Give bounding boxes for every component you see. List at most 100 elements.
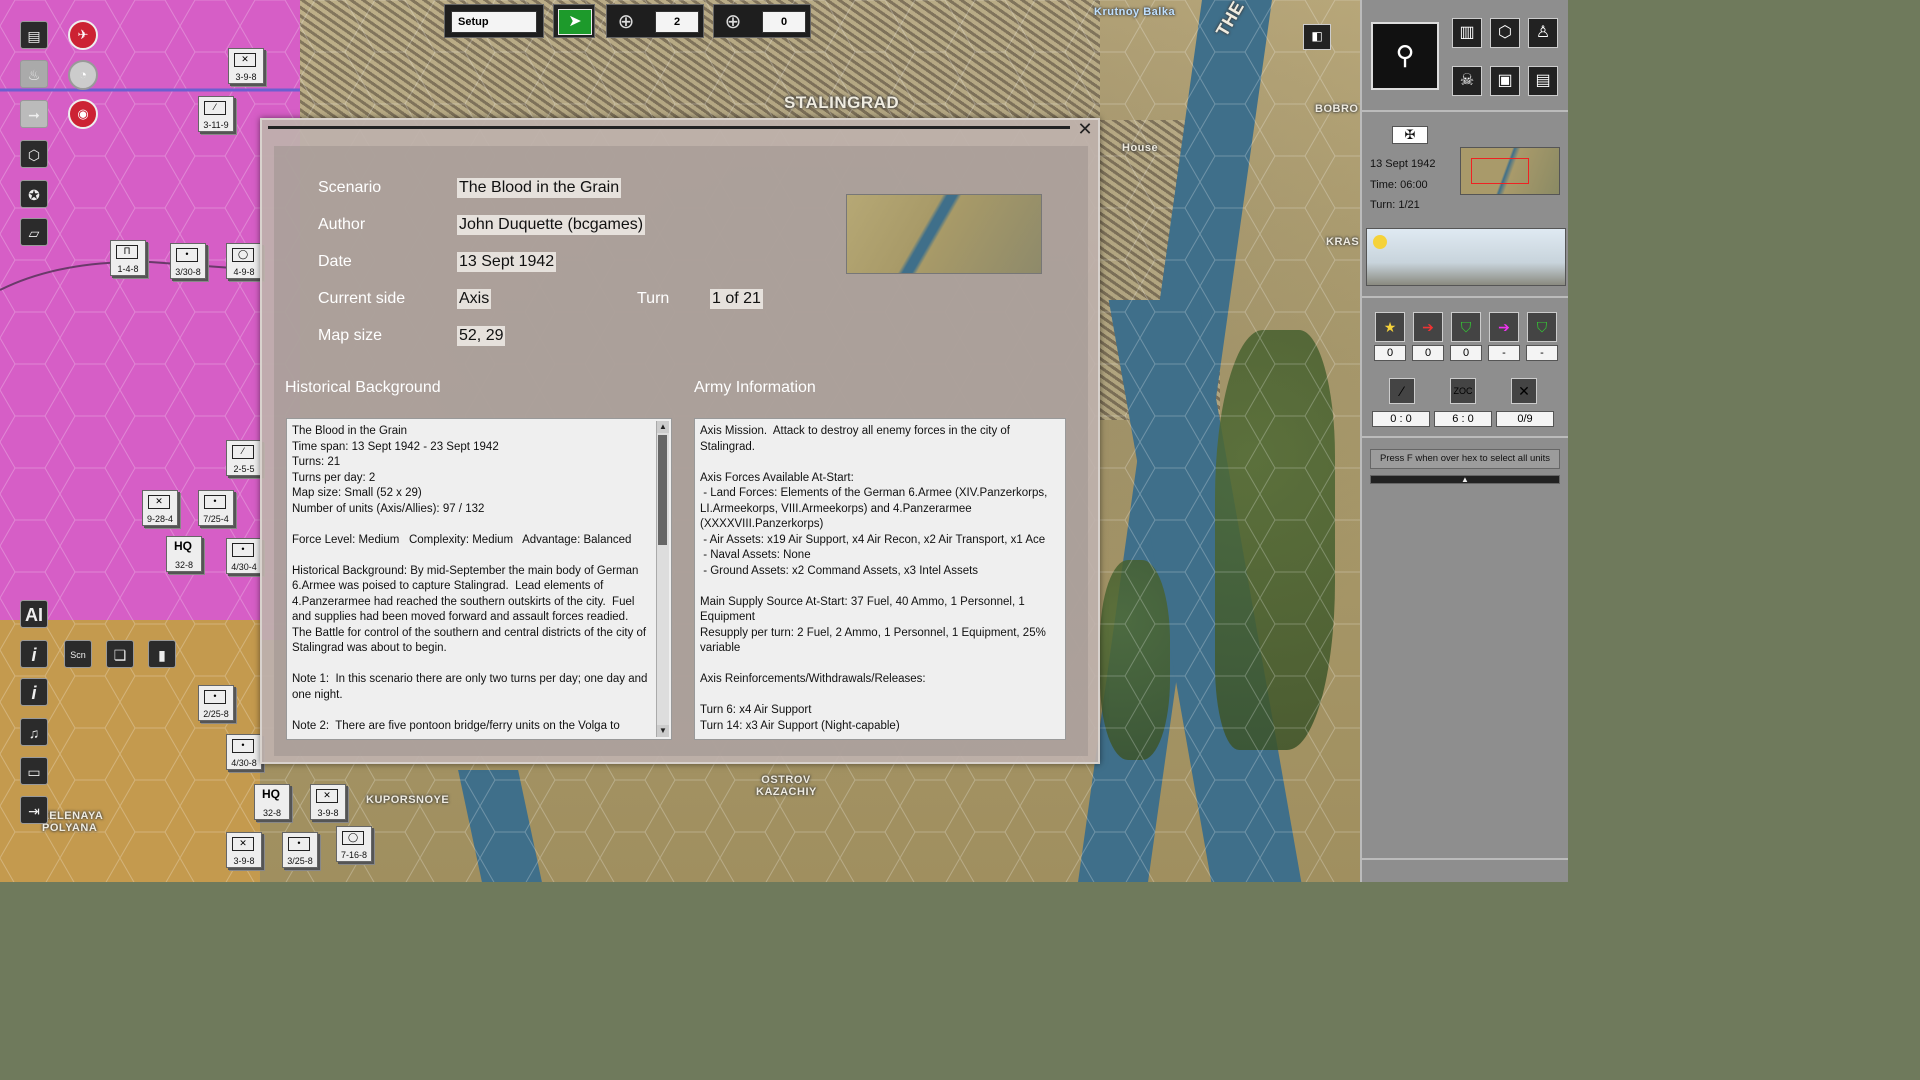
exit-icon[interactable]: ⇥ [20, 796, 48, 824]
magnifier-icon[interactable]: ⚲ [1371, 22, 1439, 90]
chart-icon[interactable]: ▮ [148, 640, 176, 668]
author-value: John Duquette (bcgames) [457, 215, 646, 235]
stat-value: 0/9 [1496, 411, 1554, 427]
unit-counter[interactable]: Π 1-4-8 [110, 240, 146, 276]
close-icon[interactable]: ✕ [1076, 120, 1094, 138]
ai-button[interactable]: AI [20, 600, 48, 628]
weather-icon[interactable]: ◔ [68, 60, 98, 90]
unit-counter[interactable]: • 2/25-8 [198, 685, 234, 721]
unit-counter[interactable]: ✕ 3-9-8 [226, 832, 262, 868]
terrain-icon[interactable]: ♨ [20, 60, 48, 88]
report-icon[interactable]: ▤ [20, 21, 48, 49]
unit-counter[interactable]: • 3/25-8 [282, 832, 318, 868]
panel-divider [1362, 858, 1568, 860]
phase-field: Setup [451, 11, 537, 33]
historical-background-title: Historical Background [285, 379, 441, 396]
hq-unit-counter[interactable]: HQ 32-8 [166, 536, 202, 572]
scenario-info-dialog: ✕ Scenario The Blood in the Grain Author… [260, 118, 1100, 764]
unit-counter[interactable]: ◯ 7-16-8 [336, 826, 372, 862]
star-stat-icon: ★ [1375, 312, 1405, 342]
map-label-zelenaya: ZELENAYA POLYANA [42, 810, 103, 834]
historical-background-text[interactable]: The Blood in the Grain Time span: 13 Sep… [286, 418, 672, 740]
unit-counter[interactable]: • 3/30-8 [170, 243, 206, 279]
unit-counter[interactable]: ✕ 3-9-8 [310, 784, 346, 820]
layers-icon[interactable]: ▱ [20, 218, 48, 246]
author-label: Author [318, 216, 366, 233]
stat-value: 6 : 0 [1434, 411, 1492, 427]
current-date: 13 Sept 1942 [1370, 158, 1436, 170]
tank-icon[interactable]: ▣ [1490, 66, 1520, 96]
scenario-value: The Blood in the Grain [457, 178, 622, 198]
dialog-body: Scenario The Blood in the Grain Author J… [274, 146, 1088, 756]
info-2-button[interactable]: i [20, 678, 48, 706]
scroll-thumb[interactable] [658, 435, 667, 545]
counter-b-value: 0 [762, 11, 806, 33]
map-thumbnail [846, 194, 1042, 274]
skull-icon[interactable]: ☠ [1452, 66, 1482, 96]
stat-value: 0 [1374, 345, 1406, 361]
current-side-label: Current side [318, 290, 406, 307]
unit-counter[interactable]: • 4/30-8 [226, 734, 262, 770]
unit-count-stat-icon: ✕ [1511, 378, 1537, 404]
unit-counter[interactable]: • 7/25-4 [198, 490, 234, 526]
nation-flag-icon: ✠ [1392, 126, 1428, 144]
dialog-title-bar [268, 126, 1070, 129]
stack-icon[interactable]: ▤ [1528, 66, 1558, 96]
no-air-icon[interactable]: ✈ [68, 20, 98, 50]
end-turn-button[interactable]: ➤ [558, 9, 592, 35]
stat-value: - [1526, 345, 1558, 361]
historical-scrollbar[interactable]: ▲ ▼ [656, 421, 669, 737]
expand-arrow-icon[interactable]: ▲ [1370, 475, 1560, 484]
collapse-panel-icon[interactable]: ◧ [1303, 24, 1331, 50]
star-icon[interactable]: ✪ [20, 180, 48, 208]
map-label-bobro: BOBRO [1315, 103, 1359, 115]
book-icon[interactable]: ❏ [106, 640, 134, 668]
info-button[interactable]: i [20, 640, 48, 668]
army-information-text[interactable]: Axis Mission. Attack to destroy all enem… [694, 418, 1066, 740]
counter-a-value: 2 [655, 11, 699, 33]
hex-icon[interactable]: ⬡ [20, 140, 48, 168]
unit-counter[interactable]: ✕ 9-28-4 [142, 490, 178, 526]
zoc-stat-icon: ZOC [1450, 378, 1476, 404]
unit-counter[interactable]: ⁄ 2-5-5 [226, 440, 262, 476]
map-label-house: House [1122, 142, 1159, 154]
stat-value: - [1488, 345, 1520, 361]
minimap-viewport[interactable] [1471, 158, 1529, 184]
arrow-icon[interactable]: ➞ [20, 100, 48, 128]
panel-divider [1362, 110, 1568, 112]
hex-outline-icon[interactable]: ⬡ [1490, 18, 1520, 48]
unit-counter[interactable]: ✕ 3-9-8 [228, 48, 264, 84]
date-value: 13 Sept 1942 [457, 252, 557, 272]
defense-stat-icon: ⛉ [1527, 312, 1557, 342]
army-information-content: Axis Mission. Attack to destroy all enem… [700, 425, 1048, 732]
map-size-label: Map size [318, 327, 383, 344]
arrow-stat-icon: ➔ [1413, 312, 1443, 342]
map-label-stalingrad: STALINGRAD [784, 93, 900, 112]
monitor-icon[interactable]: ▭ [20, 757, 48, 785]
soldier-icon[interactable]: ♙ [1528, 18, 1558, 48]
panel-divider [1362, 436, 1568, 438]
minimap[interactable] [1460, 147, 1560, 195]
scenario-info-icon[interactable]: Scn [64, 640, 92, 668]
army-information-title: Army Information [694, 379, 816, 396]
historical-background-content: The Blood in the Grain Time span: 13 Sep… [292, 425, 648, 732]
unit-counter[interactable]: • 4/30-4 [226, 538, 262, 574]
current-side-value: Axis [457, 289, 492, 309]
right-info-panel: ⚲ ▥ ⬡ ♙ ☠ ▣ ▤ ✠ 13 Sept 1942 Time: 06:00… [1360, 0, 1568, 882]
current-turn: Turn: 1/21 [1370, 199, 1420, 211]
radio-icon[interactable]: ◉ [68, 99, 98, 129]
map-label-krutnoy: Krutnoy Balka [1094, 6, 1176, 18]
stat-value: 0 : 0 [1372, 411, 1430, 427]
scroll-up-icon[interactable]: ▲ [657, 421, 669, 433]
hq-unit-counter[interactable]: HQ 32-8 [254, 784, 290, 820]
unit-counter[interactable]: ⁄ 3-11-9 [198, 96, 234, 132]
date-label: Date [318, 253, 352, 270]
move-stat-icon: ➔ [1489, 312, 1519, 342]
unit-counter[interactable]: ◯ 4-9-8 [226, 243, 262, 279]
phase-panel: Setup [444, 4, 544, 38]
sound-icon[interactable]: ♫ [20, 718, 48, 746]
scroll-down-icon[interactable]: ▼ [657, 725, 669, 737]
map-label-kuporsnoye: KUPORSNOYE [366, 794, 450, 806]
stat-value: 0 [1450, 345, 1482, 361]
map-icon[interactable]: ▥ [1452, 18, 1482, 48]
